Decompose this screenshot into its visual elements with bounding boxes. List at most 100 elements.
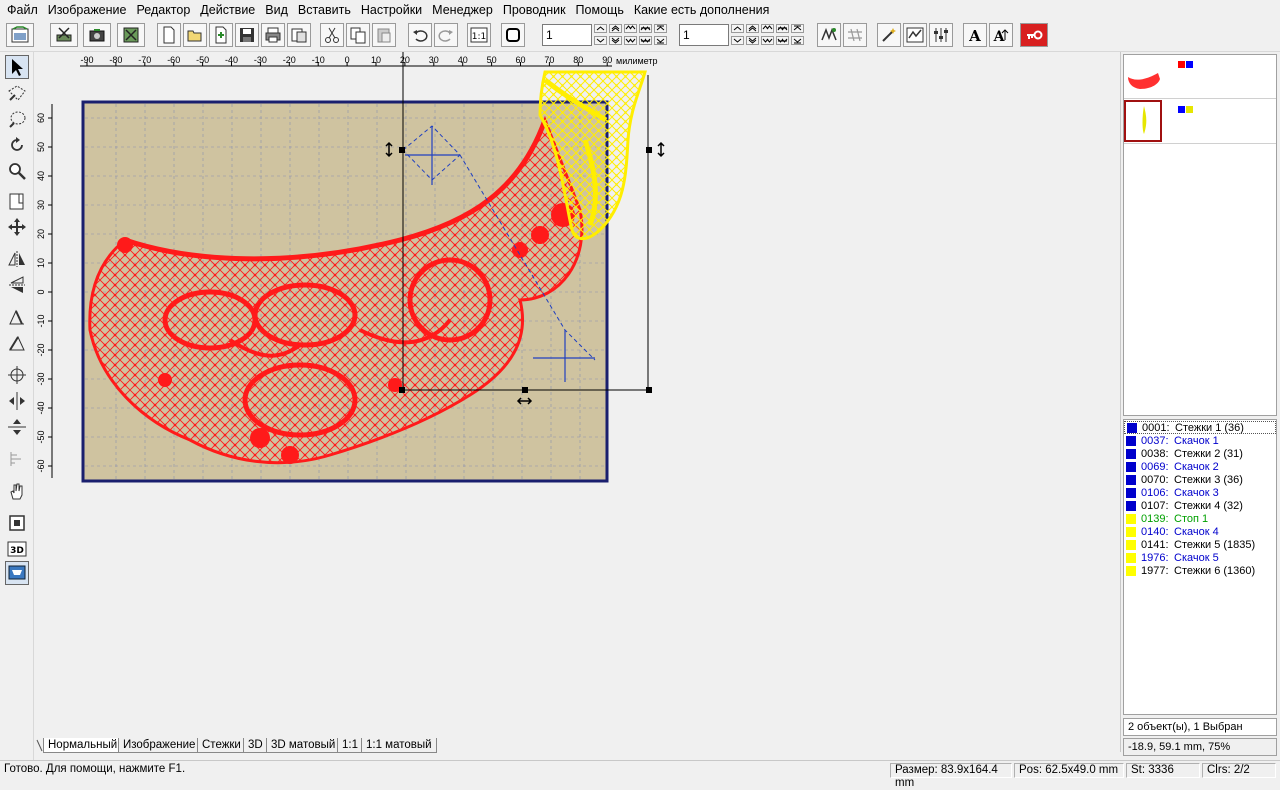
- cut-icon[interactable]: [320, 23, 344, 47]
- object-list-item[interactable]: 0070: Стежки 3 (36): [1124, 473, 1276, 486]
- skew-right-icon[interactable]: [5, 331, 29, 355]
- view-realistic-icon[interactable]: [5, 561, 29, 585]
- tab-1-1[interactable]: 1:1: [337, 738, 363, 753]
- object-list-item[interactable]: 0069: Скачок 2: [1124, 460, 1276, 473]
- step-last-icon[interactable]: [654, 36, 667, 45]
- save-icon[interactable]: [235, 23, 259, 47]
- tab-3d[interactable]: 3D: [243, 738, 268, 753]
- menu-addons[interactable]: Какие есть дополнения: [629, 0, 775, 20]
- lasso-free-icon[interactable]: [5, 107, 29, 131]
- object-list-item[interactable]: 1977: Стежки 6 (1360): [1124, 564, 1276, 577]
- page-select-icon[interactable]: [5, 189, 29, 213]
- print-icon[interactable]: [261, 23, 285, 47]
- stitch-jump-icon[interactable]: [843, 23, 867, 47]
- tab-normal[interactable]: Нормальный: [43, 738, 123, 753]
- text-path-icon[interactable]: A: [989, 23, 1013, 47]
- skew-left-icon[interactable]: [5, 305, 29, 329]
- object-list-item[interactable]: 0141: Стежки 5 (1835): [1124, 538, 1276, 551]
- stitch-step-input[interactable]: [542, 24, 592, 46]
- object-list-item[interactable]: 0038: Стежки 2 (31): [1124, 447, 1276, 460]
- tab-1-1-matte[interactable]: 1:1 матовый: [361, 738, 437, 753]
- wand-icon[interactable]: [877, 23, 901, 47]
- step-first-icon[interactable]: [654, 24, 667, 33]
- thumbnail-yellow-lace[interactable]: [1124, 100, 1276, 144]
- menu-action[interactable]: Действие: [195, 0, 260, 20]
- design-canvas[interactable]: -90 -80 -70 -60 -50 -40 -30 -20 -10 0 10 20 30 40 50 60…: [35, 52, 1118, 736]
- object-list-item[interactable]: 0106: Скачок 3: [1124, 486, 1276, 499]
- hoop-icon[interactable]: [6, 23, 34, 47]
- merge-file-icon[interactable]: [209, 23, 233, 47]
- color-down-1000-icon[interactable]: [776, 36, 789, 45]
- text-icon[interactable]: A: [963, 23, 987, 47]
- center-icon[interactable]: [5, 363, 29, 387]
- object-list-item[interactable]: 0037: Скачок 1: [1124, 434, 1276, 447]
- color-first-icon[interactable]: [791, 24, 804, 33]
- open-file-icon[interactable]: [183, 23, 207, 47]
- scanner-icon[interactable]: [50, 23, 78, 47]
- copy-icon[interactable]: [346, 23, 370, 47]
- stitch-order-icon[interactable]: [5, 447, 29, 471]
- object-list-item[interactable]: 0139: Стоп 1: [1124, 512, 1276, 525]
- export-icon[interactable]: [287, 23, 311, 47]
- key-icon[interactable]: [1020, 23, 1048, 47]
- lasso-icon[interactable]: [5, 81, 29, 105]
- color-step-input[interactable]: [679, 24, 729, 46]
- menu-help[interactable]: Помощь: [571, 0, 629, 20]
- object-list-item[interactable]: 1976: Скачок 5: [1124, 551, 1276, 564]
- select-arrow-icon[interactable]: [5, 55, 29, 79]
- stitch-simulate-icon[interactable]: [817, 23, 841, 47]
- menu-image[interactable]: Изображение: [43, 0, 132, 20]
- object-list-item[interactable]: 0107: Стежки 4 (32): [1124, 499, 1276, 512]
- tab-3d-matte[interactable]: 3D матовый: [266, 738, 341, 753]
- thumbnail-red-lace[interactable]: [1124, 55, 1276, 99]
- tab-stitches[interactable]: Стежки: [197, 738, 246, 753]
- redo-icon[interactable]: [434, 23, 458, 47]
- move-icon[interactable]: [5, 215, 29, 239]
- mirror-vertical-icon[interactable]: [5, 273, 29, 297]
- color-up-fast-icon[interactable]: [746, 24, 759, 33]
- object-list-item[interactable]: 0001: Стежки 1 (36): [1124, 421, 1276, 434]
- color-up-100-icon[interactable]: [761, 24, 774, 33]
- resize-handle-bottom-left[interactable]: [399, 387, 405, 393]
- menu-editor[interactable]: Редактор: [131, 0, 195, 20]
- align-vertical-icon[interactable]: [5, 415, 29, 439]
- color-down-100-icon[interactable]: [761, 36, 774, 45]
- object-list-item[interactable]: 0140: Скачок 4: [1124, 525, 1276, 538]
- paste-icon[interactable]: [372, 23, 396, 47]
- color-up-1000-icon[interactable]: [776, 24, 789, 33]
- zoom-1-1-icon[interactable]: 1:1: [467, 23, 491, 47]
- grid-check-icon[interactable]: [117, 23, 145, 47]
- mirror-horizontal-icon[interactable]: [5, 247, 29, 271]
- camera-icon[interactable]: [83, 23, 111, 47]
- step-down-1000-icon[interactable]: [639, 36, 652, 45]
- tab-image[interactable]: Изображение: [118, 738, 201, 753]
- resize-handle-top-right[interactable]: [646, 147, 652, 153]
- view-3d-icon[interactable]: 3D: [5, 537, 29, 561]
- align-horizontal-icon[interactable]: [5, 389, 29, 413]
- color-up-icon[interactable]: [731, 24, 744, 33]
- color-down-icon[interactable]: [731, 36, 744, 45]
- menu-view[interactable]: Вид: [260, 0, 293, 20]
- step-down-100-icon[interactable]: [624, 36, 637, 45]
- color-last-icon[interactable]: [791, 36, 804, 45]
- step-up-1000-icon[interactable]: [639, 24, 652, 33]
- resize-handle-top-left[interactable]: [399, 147, 405, 153]
- menu-explorer[interactable]: Проводник: [498, 0, 571, 20]
- step-up-fast-icon[interactable]: [609, 24, 622, 33]
- menu-manager[interactable]: Менеджер: [427, 0, 498, 20]
- frame-icon[interactable]: [5, 511, 29, 535]
- tab-scroll-icon[interactable]: [35, 738, 43, 753]
- hand-icon[interactable]: [5, 479, 29, 503]
- color-down-fast-icon[interactable]: [746, 36, 759, 45]
- rotate-icon[interactable]: [5, 133, 29, 157]
- stop-icon[interactable]: [501, 23, 525, 47]
- resize-handle-bottom[interactable]: [522, 387, 528, 393]
- new-file-icon[interactable]: [157, 23, 181, 47]
- undo-icon[interactable]: [408, 23, 432, 47]
- menu-file[interactable]: Файл: [2, 0, 43, 20]
- step-down-icon[interactable]: [594, 36, 607, 45]
- step-up-100-icon[interactable]: [624, 24, 637, 33]
- sliders-icon[interactable]: [929, 23, 953, 47]
- step-down-fast-icon[interactable]: [609, 36, 622, 45]
- density-icon[interactable]: [903, 23, 927, 47]
